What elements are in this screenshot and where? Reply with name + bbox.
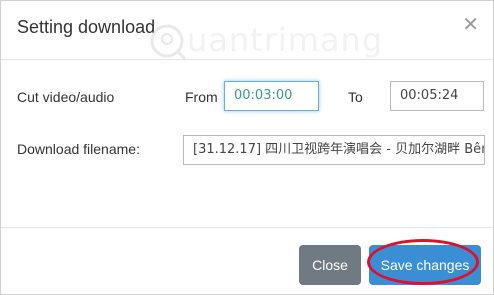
close-icon[interactable]: ✕ [462, 15, 479, 35]
cut-video-label: Cut video/audio [17, 89, 115, 105]
dialog-footer [1, 227, 494, 228]
watermark: uantrimang [149, 19, 382, 69]
from-label: From [185, 89, 218, 105]
from-time-input[interactable]: 00:03:00 [224, 81, 319, 111]
close-button[interactable]: Close [299, 245, 361, 285]
watermark-text: uantrimang [187, 21, 384, 59]
download-filename-input[interactable]: [31.12.17] 四川卫视跨年演唱会 - 贝加尔湖畔 Bên h [183, 135, 485, 165]
to-time-input[interactable]: 00:05:24 [390, 81, 484, 111]
to-label: To [348, 89, 363, 105]
save-changes-button[interactable]: Save changes [369, 245, 481, 285]
setting-download-dialog: Setting download uantrimang ✕ Cut video/… [0, 0, 494, 295]
dialog-header: Setting download uantrimang ✕ [1, 1, 494, 61]
download-filename-label: Download filename: [17, 141, 140, 157]
dialog-title: Setting download [17, 17, 156, 37]
